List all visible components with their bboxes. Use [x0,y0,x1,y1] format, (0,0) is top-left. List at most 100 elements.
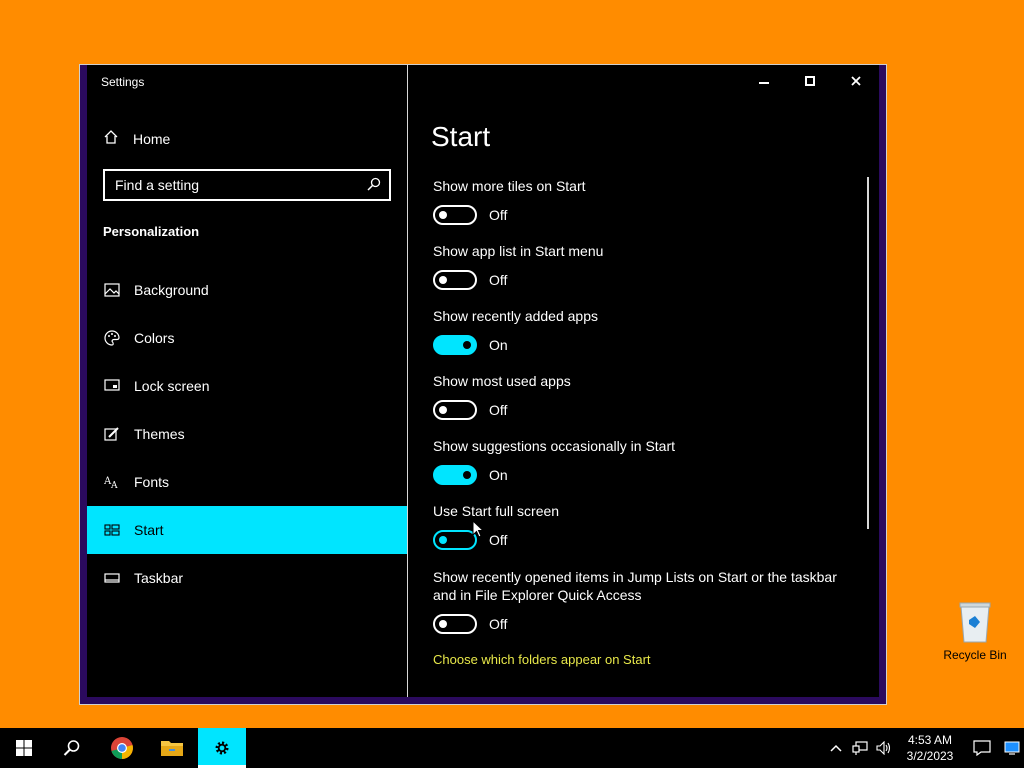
toggle-switch[interactable] [433,465,477,485]
toggle-switch[interactable] [433,614,477,634]
setting-label: Show recently added apps [433,308,598,324]
monitor-icon [103,377,121,395]
minimize-icon [759,82,769,84]
content-pane: Start Show more tiles on Start Off Show … [409,65,879,697]
folder-icon [161,741,183,756]
toggle-state: Off [489,272,508,288]
sidebar-item-lock-screen[interactable]: Lock screen [87,362,407,410]
action-center-button[interactable] [964,728,1000,768]
recycle-bin-label: Recycle Bin [943,648,1007,662]
toggle-state: On [489,467,508,483]
recycle-bin[interactable]: Recycle Bin [940,600,1010,662]
setting-show-more-tiles: Show more tiles on Start Off [433,177,853,225]
home-icon [103,129,119,148]
setting-suggestions: Show suggestions occasionally in Start O… [433,437,853,485]
notification-icon [973,740,991,756]
mouse-cursor-icon [472,519,485,543]
file-explorer-taskbar-button[interactable] [148,728,196,768]
section-title: Personalization [103,224,200,239]
chrome-taskbar-button[interactable] [98,728,146,768]
sidebar-item-label: Taskbar [134,570,184,586]
recycle-bin-icon [957,600,993,644]
network-button[interactable] [848,728,872,768]
sidebar: Settings Home Find a setting Personaliza… [87,65,408,697]
setting-label: Show most used apps [433,373,571,389]
volume-button[interactable] [872,728,896,768]
sidebar-item-colors[interactable]: Colors [87,314,407,362]
close-button[interactable] [833,65,879,97]
page-title: Start [431,121,491,152]
sidebar-item-taskbar[interactable]: Taskbar [87,554,407,602]
toggle-state: Off [489,207,508,223]
sidebar-item-themes[interactable]: Themes [87,410,407,458]
scrollbar[interactable] [867,177,869,529]
palette-icon [103,329,121,347]
sidebar-item-label: Themes [134,426,185,442]
windows-logo-icon [16,740,32,756]
font-icon: AA [103,473,121,491]
sidebar-item-start[interactable]: Start [87,506,407,554]
window-body: Settings Home Find a setting Personaliza… [87,65,879,697]
maximize-icon [805,76,815,86]
settings-window: Settings Home Find a setting Personaliza… [79,64,887,705]
network-icon [852,741,868,755]
home-label: Home [133,130,171,147]
sidebar-item-label: Colors [134,330,175,346]
gear-icon [215,741,229,755]
sidebar-item-label: Start [134,522,164,538]
toggle-state: Off [489,532,508,548]
sidebar-item-background[interactable]: Background [87,266,407,314]
svg-text:A: A [110,481,118,489]
caption-buttons [741,65,879,97]
desktop-icon [1004,741,1020,755]
clock-time: 4:53 AM [907,733,953,747]
speaker-icon [876,741,891,755]
toggle-switch[interactable] [433,335,477,355]
setting-jump-lists: Show recently opened items in Jump Lists… [433,568,853,634]
taskbar-icon [103,569,121,587]
search-icon[interactable] [367,177,381,194]
sidebar-item-label: Lock screen [134,378,210,394]
setting-label: Show recently opened items in Jump Lists… [433,569,837,603]
sidebar-nav: Background Colors Lock screen Themes A A… [87,266,407,602]
minimize-button[interactable] [741,65,787,97]
close-icon [851,76,861,86]
search-icon [63,740,80,756]
toggle-state: Off [489,402,508,418]
setting-label: Show more tiles on Start [433,178,586,194]
setting-recently-added: Show recently added apps On [433,307,853,355]
settings-taskbar-button[interactable] [198,728,246,768]
clock[interactable]: 4:53 AM 3/2/2023 [896,732,964,764]
picture-icon [103,281,121,299]
toggle-switch[interactable] [433,205,477,225]
window-title: Settings [101,75,145,89]
system-tray: 4:53 AM 3/2/2023 [824,728,1024,768]
brush-icon [103,425,121,443]
sidebar-item-label: Background [134,282,209,298]
toggle-switch[interactable] [433,530,477,550]
setting-label: Show suggestions occasionally in Start [433,438,676,454]
setting-label: Show app list in Start menu [433,243,604,259]
choose-folders-link[interactable]: Choose which folders appear on Start [433,652,651,667]
setting-most-used: Show most used apps Off [433,372,853,420]
show-desktop-button[interactable] [1000,728,1024,768]
toggle-state: Off [489,616,508,632]
setting-show-app-list: Show app list in Start menu Off [433,242,853,290]
taskbar: 4:53 AM 3/2/2023 [0,728,1024,768]
toggle-state: On [489,337,508,353]
toggle-switch[interactable] [433,270,477,290]
taskbar-search-button[interactable] [48,728,96,768]
start-icon [103,521,121,539]
start-button[interactable] [0,728,48,768]
search-input[interactable]: Find a setting [103,169,391,201]
setting-full-screen: Use Start full screen Off [433,502,853,550]
toggle-switch[interactable] [433,400,477,420]
sidebar-item-label: Fonts [134,474,170,490]
maximize-button[interactable] [787,65,833,97]
chevron-up-icon [830,744,842,752]
sidebar-item-fonts[interactable]: AA Fonts [87,458,407,506]
setting-label: Use Start full screen [433,503,560,519]
home-link[interactable]: Home [103,129,170,148]
search-placeholder: Find a setting [115,177,200,193]
show-hidden-icons-button[interactable] [824,728,848,768]
